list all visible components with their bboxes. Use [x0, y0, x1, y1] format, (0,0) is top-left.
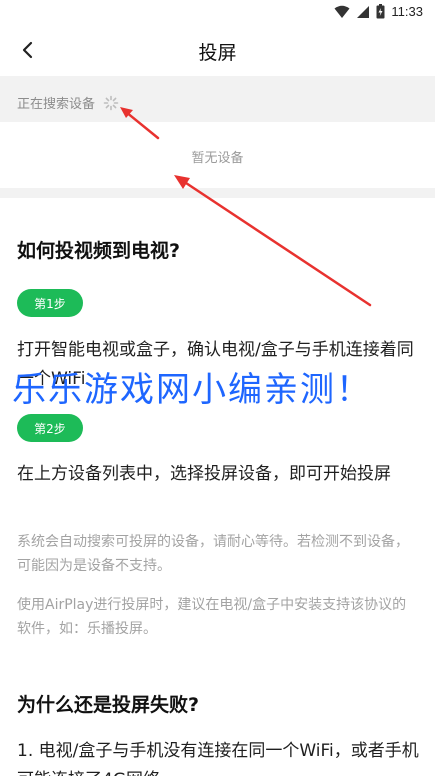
search-status-text: 正在搜索设备 [17, 97, 96, 112]
step-1-text: 打开智能电视或盒子，确认电视/盒子与手机连接着同一个WiFi [17, 340, 414, 389]
faq-item-1: 1. 电视/盒子与手机没有连接在同一个WiFi，或者手机可能连接了4G网络 [17, 741, 419, 776]
guide-title: 如何投视频到电视? [17, 240, 181, 262]
loading-spinner-icon [103, 95, 119, 111]
step-2-badge: 第2步 [17, 414, 83, 442]
wifi-icon [334, 5, 350, 18]
guide-note-2: 使用AirPlay进行投屏时，建议在电视/盒子中安装支持该协议的软件，如：乐播投… [17, 597, 407, 637]
battery-icon [376, 4, 385, 19]
header: 投屏 [0, 24, 435, 76]
search-status-bar: 正在搜索设备 [0, 76, 435, 122]
status-icons: 11:33 [334, 4, 423, 19]
status-bar: 11:33 [0, 0, 435, 24]
step-2-text: 在上方设备列表中，选择投屏设备，即可开始投屏 [17, 464, 391, 484]
device-list: 暂无设备 [0, 122, 435, 188]
page-title: 投屏 [198, 42, 237, 64]
guide-note-1: 系统会自动搜索可投屏的设备，请耐心等待。若检测不到设备，可能因为是设备不支持。 [17, 534, 409, 574]
step-1-badge: 第1步 [17, 289, 83, 317]
section-divider [0, 188, 435, 198]
status-time: 11:33 [391, 4, 423, 19]
empty-device-text: 暂无设备 [191, 151, 244, 166]
faq-title: 为什么还是投屏失败? [17, 694, 200, 716]
signal-icon [357, 5, 370, 18]
